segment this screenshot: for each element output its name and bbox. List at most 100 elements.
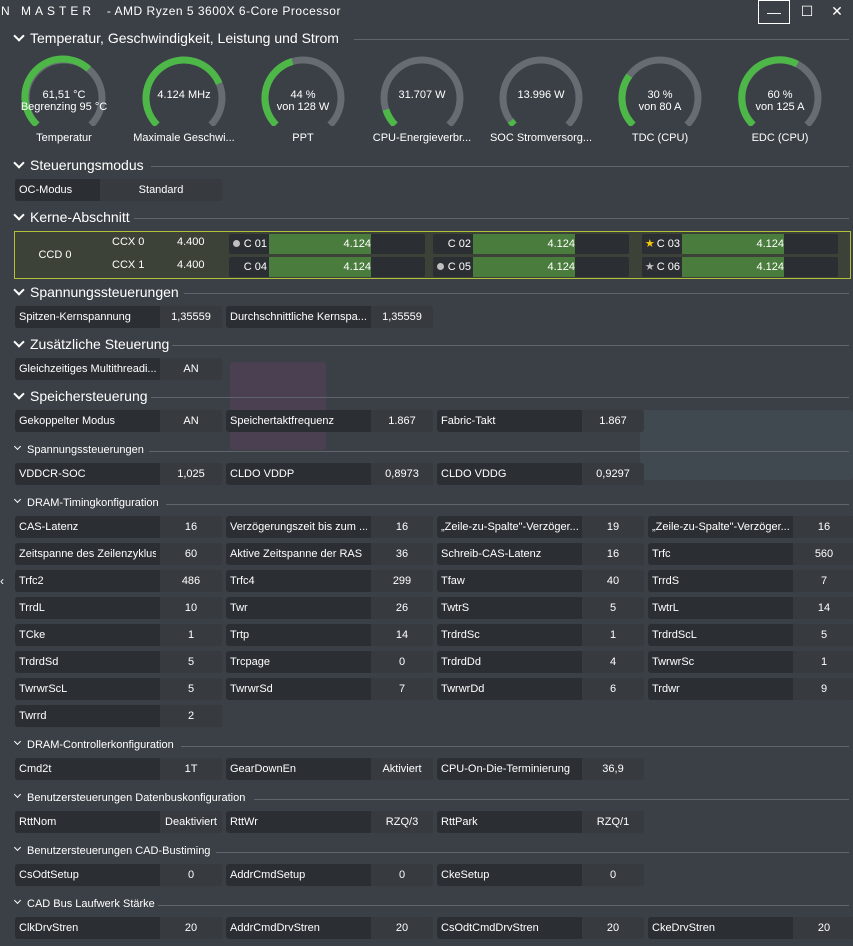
section-cad-drive[interactable]: CAD Bus Laufwerk Stärke — [14, 898, 849, 916]
core-cell[interactable]: C 05 4.124 — [433, 257, 629, 277]
setting-cell[interactable]: CsOdtSetup 0 — [15, 864, 222, 886]
ccx-row: CCX 0 4.400 — [95, 232, 229, 254]
setting-cell[interactable]: Gleichzeitiges Multithreadi... AN — [15, 358, 222, 380]
setting-cell[interactable]: TrdrdScL 5 — [648, 624, 853, 646]
setting-value: 9 — [793, 678, 853, 700]
section-title: DRAM-Controllerkonfiguration — [27, 739, 174, 751]
setting-cell[interactable]: OC-Modus Standard — [15, 179, 222, 201]
divider — [134, 218, 849, 219]
setting-cell[interactable]: CLDO VDDG 0,9297 — [437, 463, 644, 485]
setting-cell[interactable]: RttNom Deaktiviert — [15, 811, 222, 833]
setting-label: Durchschnittliche Kernspa... — [230, 311, 367, 323]
setting-label: Gleichzeitiges Multithreadi... — [19, 363, 156, 375]
setting-cell[interactable]: Speichertaktfrequenz 1.867 — [226, 410, 433, 432]
setting-cell[interactable]: TrdrdDd 4 — [437, 651, 644, 673]
setting-label: RttNom — [19, 816, 57, 828]
setting-cell[interactable]: ClkDrvStren 20 — [15, 917, 222, 939]
setting-cell[interactable]: AddrCmdSetup 0 — [226, 864, 433, 886]
setting-label: TwrwrScL — [19, 683, 68, 695]
setting-cell[interactable]: AddrCmdDrvStren 20 — [226, 917, 433, 939]
title-bar: N MASTER - AMD Ryzen 5 3600X 6-Core Proc… — [0, 0, 853, 26]
setting-cell[interactable]: Durchschnittliche Kernspa... 1,35559 — [226, 306, 433, 328]
setting-cell[interactable]: CAS-Latenz 16 — [15, 516, 222, 538]
section-temperature[interactable]: Temperatur, Geschwindigkeit, Leistung un… — [14, 30, 849, 48]
maximize-button[interactable]: ☐ — [792, 0, 822, 24]
setting-cell[interactable]: Spitzen-Kernspannung 1,35559 — [15, 306, 222, 328]
section-voltage[interactable]: Spannungssteuerungen — [14, 284, 849, 302]
setting-cell[interactable]: GearDownEn Aktiviert — [226, 758, 433, 780]
setting-cell[interactable]: TrrdS 7 — [648, 570, 853, 592]
setting-cell[interactable]: Tfaw 40 — [437, 570, 644, 592]
setting-cell[interactable]: Twrrd 2 — [15, 705, 222, 727]
setting-label: VDDCR-SOC — [19, 468, 86, 480]
setting-cell[interactable]: Trdwr 9 — [648, 678, 853, 700]
section-cores[interactable]: Kerne-Abschnitt — [14, 209, 849, 227]
core-cell[interactable]: ★ C 06 4.124 — [642, 257, 838, 277]
core-cell[interactable]: ★ C 03 4.124 — [642, 234, 838, 254]
section-databus[interactable]: Benutzersteuerungen Datenbuskonfiguratio… — [14, 792, 849, 810]
setting-cell[interactable]: Trtp 14 — [226, 624, 433, 646]
section-voltage-2[interactable]: Spannungssteuerungen — [14, 444, 849, 462]
section-dram-timing[interactable]: DRAM-Timingkonfiguration — [14, 497, 849, 515]
setting-cell[interactable]: Verzögerungszeit bis zum ... 16 — [226, 516, 433, 538]
setting-cell[interactable]: Gekoppelter Modus AN — [15, 410, 222, 432]
setting-cell[interactable]: Zeitspanne des Zeilenzyklus 60 — [15, 543, 222, 565]
setting-cell[interactable]: Trcpage 0 — [226, 651, 433, 673]
setting-cell[interactable]: TwrwrScL 5 — [15, 678, 222, 700]
setting-cell[interactable]: TwrwrSc 1 — [648, 651, 853, 673]
core-cell[interactable]: C 02 4.124 — [433, 234, 629, 254]
setting-cell[interactable]: Twr 26 — [226, 597, 433, 619]
section-title: Spannungssteuerungen — [27, 444, 144, 456]
divider — [151, 397, 849, 398]
section-memory[interactable]: Speichersteuerung — [14, 388, 849, 406]
setting-cell[interactable]: Trfc 560 — [648, 543, 853, 565]
core-cell[interactable]: C 04 4.124 — [229, 257, 425, 277]
setting-cell[interactable]: TrrdL 10 — [15, 597, 222, 619]
setting-cell[interactable]: „Zeile-zu-Spalte"-Verzöger... 16 — [648, 516, 853, 538]
back-icon[interactable]: ‹ — [0, 574, 4, 588]
section-dram-controller[interactable]: DRAM-Controllerkonfiguration — [14, 739, 849, 757]
setting-cell[interactable]: VDDCR-SOC 1,025 — [15, 463, 222, 485]
setting-value: 16 — [793, 516, 853, 538]
setting-cell[interactable]: RttPark RZQ/1 — [437, 811, 644, 833]
setting-cell[interactable]: TwrwrDd 6 — [437, 678, 644, 700]
setting-value: 2 — [160, 705, 222, 727]
chevron-down-icon — [14, 391, 24, 401]
setting-cell[interactable]: Trfc2 486 — [15, 570, 222, 592]
gauge-value: 13.996 W — [517, 89, 565, 101]
setting-value: 0 — [582, 864, 644, 886]
setting-cell[interactable]: TrdrdSc 1 — [437, 624, 644, 646]
setting-cell[interactable]: CkeSetup 0 — [437, 864, 644, 886]
setting-label: Zeitspanne des Zeilenzyklus — [19, 548, 156, 560]
setting-cell[interactable]: Schreib-CAS-Latenz 16 — [437, 543, 644, 565]
setting-cell[interactable]: RttWr RZQ/3 — [226, 811, 433, 833]
gauge-label: CPU-Energieverbr... — [372, 132, 472, 144]
setting-cell[interactable]: Aktive Zeitspanne der RAS 36 — [226, 543, 433, 565]
setting-label: „Zeile-zu-Spalte"-Verzöger... — [652, 521, 789, 533]
setting-cell[interactable]: „Zeile-zu-Spalte"-Verzöger... 19 — [437, 516, 644, 538]
setting-cell[interactable]: Trfc4 299 — [226, 570, 433, 592]
setting-cell[interactable]: CsOdtCmdDrvStren 20 — [437, 917, 644, 939]
setting-cell[interactable]: TwtrS 5 — [437, 597, 644, 619]
setting-label: TCke — [19, 629, 46, 641]
minimize-button[interactable]: — — [758, 0, 790, 24]
setting-cell[interactable]: CkeDrvStren 20 — [648, 917, 853, 939]
setting-cell[interactable]: Cmd2t 1T — [15, 758, 222, 780]
section-cad-timing[interactable]: Benutzersteuerungen CAD-Bustiming — [14, 845, 849, 863]
gauge: 30 % von 80 A TDC (CPU) — [605, 50, 715, 144]
setting-cell[interactable]: TCke 1 — [15, 624, 222, 646]
setting-cell[interactable]: Fabric-Takt 1.867 — [437, 410, 644, 432]
setting-cell[interactable]: CLDO VDDP 0,8973 — [226, 463, 433, 485]
close-button[interactable]: ✕ — [822, 0, 852, 24]
chevron-down-icon — [14, 160, 24, 170]
setting-cell[interactable]: CPU-On-Die-Terminierung 36,9 — [437, 758, 644, 780]
ccx-name: CCX 0 — [112, 236, 145, 248]
section-control-mode[interactable]: Steuerungsmodus — [14, 157, 849, 175]
section-extra[interactable]: Zusätzliche Steuerung — [14, 336, 849, 354]
core-cell[interactable]: C 01 4.124 — [229, 234, 425, 254]
setting-cell[interactable]: TwtrL 14 — [648, 597, 853, 619]
setting-cell[interactable]: TrdrdSd 5 — [15, 651, 222, 673]
setting-cell[interactable]: TwrwrSd 7 — [226, 678, 433, 700]
chevron-down-icon — [14, 498, 22, 506]
setting-label: OC-Modus — [19, 184, 73, 196]
